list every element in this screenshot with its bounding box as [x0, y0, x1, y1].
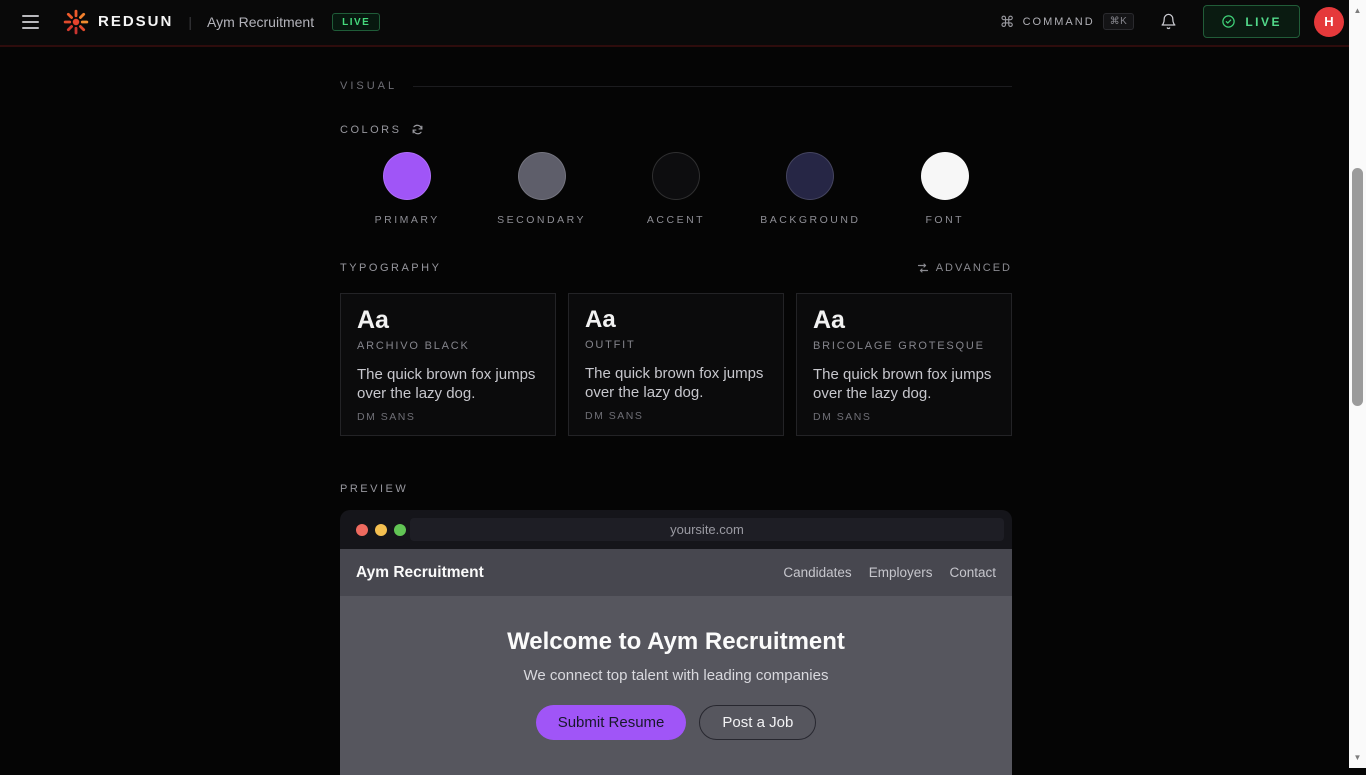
font-name-label: ARCHIVO BLACK — [357, 340, 539, 352]
main-content: VISUAL COLORS PRIMARY SECONDARY — [340, 47, 1012, 775]
window-controls — [356, 524, 406, 536]
header-divider: | — [188, 14, 192, 30]
url-bar[interactable]: yoursite.com — [410, 518, 1004, 541]
command-shortcut-kbd: ⌘K — [1103, 13, 1135, 30]
maximize-window-icon[interactable] — [394, 524, 406, 536]
visual-section-title: VISUAL — [340, 80, 397, 92]
swatch-secondary[interactable]: SECONDARY — [497, 152, 586, 226]
color-swatch-row: PRIMARY SECONDARY ACCENT BACKGROUND FONT — [340, 152, 1012, 226]
command-icon: ⌘ — [1000, 13, 1015, 31]
swatch-accent-label: ACCENT — [647, 214, 705, 226]
font-name-label: BRICOLAGE GROTESQUE — [813, 340, 995, 352]
font-specimen: Aa — [585, 308, 767, 332]
typography-header: TYPOGRAPHY ADVANCED — [340, 262, 1012, 274]
command-label: COMMAND — [1023, 16, 1095, 28]
check-circle-icon — [1221, 14, 1236, 29]
submit-resume-button[interactable]: Submit Resume — [536, 705, 687, 740]
colors-title: COLORS — [340, 124, 401, 136]
swatch-primary-circle — [383, 152, 431, 200]
sliders-icon — [917, 262, 929, 274]
nav-link-contact[interactable]: Contact — [949, 565, 996, 580]
preview-hero: Welcome to Aym Recruitment We connect to… — [340, 596, 1012, 775]
status-badge: LIVE — [332, 13, 380, 31]
font-specimen: Aa — [813, 308, 995, 333]
swatch-accent[interactable]: ACCENT — [647, 152, 705, 226]
colors-header: COLORS — [340, 123, 1012, 136]
live-button-label: LIVE — [1245, 15, 1282, 29]
preview-title: PREVIEW — [340, 483, 408, 495]
font-sample-text: The quick brown fox jumps over the lazy … — [585, 364, 767, 402]
scrollbar-thumb[interactable] — [1352, 168, 1363, 406]
preview-hero-ctas: Submit Resume Post a Job — [340, 705, 1012, 740]
scrollbar-down-arrow-icon[interactable]: ▼ — [1349, 753, 1366, 762]
refresh-icon — [411, 123, 424, 136]
redsun-logo-icon — [63, 9, 89, 35]
font-card-outfit[interactable]: Aa OUTFIT The quick brown fox jumps over… — [568, 293, 784, 436]
preview-hero-subheading: We connect top talent with leading compa… — [340, 667, 1012, 684]
swatch-background-label: BACKGROUND — [760, 214, 860, 226]
scrollbar-up-arrow-icon[interactable]: ▲ — [1349, 6, 1366, 15]
swatch-accent-circle — [652, 152, 700, 200]
preview-browser-mockup: yoursite.com Aym Recruitment Candidates … — [340, 510, 1012, 775]
swatch-background-circle — [786, 152, 834, 200]
preview-hero-heading: Welcome to Aym Recruitment — [340, 628, 1012, 656]
minimize-window-icon[interactable] — [375, 524, 387, 536]
swatch-secondary-circle — [518, 152, 566, 200]
browser-chrome: yoursite.com — [340, 510, 1012, 549]
body-font-label: DM SANS — [813, 411, 995, 423]
font-name-label: OUTFIT — [585, 339, 767, 351]
brand[interactable]: REDSUN — [63, 9, 173, 35]
body-font-label: DM SANS — [585, 410, 767, 422]
post-a-job-button[interactable]: Post a Job — [699, 705, 816, 740]
swatch-primary-label: PRIMARY — [375, 214, 440, 226]
page-scrollbar[interactable]: ▲ ▼ — [1349, 0, 1366, 768]
top-bar: REDSUN | Aym Recruitment LIVE ⌘ COMMAND … — [0, 0, 1366, 47]
swatch-primary[interactable]: PRIMARY — [375, 152, 440, 226]
swatch-font[interactable]: FONT — [921, 152, 969, 226]
refresh-colors-button[interactable] — [411, 123, 424, 136]
preview-site-title: Aym Recruitment — [356, 564, 484, 582]
swatch-font-circle — [921, 152, 969, 200]
nav-link-employers[interactable]: Employers — [869, 565, 933, 580]
preview-header: PREVIEW — [340, 479, 1012, 497]
avatar[interactable]: H — [1314, 7, 1344, 37]
font-sample-text: The quick brown fox jumps over the lazy … — [813, 365, 995, 403]
font-sample-text: The quick brown fox jumps over the lazy … — [357, 365, 539, 403]
preview-nav-links: Candidates Employers Contact — [783, 565, 996, 580]
project-name: Aym Recruitment — [207, 14, 314, 30]
font-specimen: Aa — [357, 308, 539, 333]
advanced-button-label: ADVANCED — [936, 262, 1012, 274]
notifications-button[interactable] — [1160, 13, 1177, 30]
live-button[interactable]: LIVE — [1203, 5, 1300, 38]
swatch-background[interactable]: BACKGROUND — [760, 152, 860, 226]
swatch-secondary-label: SECONDARY — [497, 214, 586, 226]
command-palette-button[interactable]: ⌘ COMMAND ⌘K — [1000, 13, 1135, 31]
nav-link-candidates[interactable]: Candidates — [783, 565, 851, 580]
advanced-button[interactable]: ADVANCED — [917, 262, 1012, 274]
preview-site-nav: Aym Recruitment Candidates Employers Con… — [340, 549, 1012, 596]
bell-icon — [1160, 13, 1177, 30]
section-divider — [413, 86, 1012, 87]
brand-name: REDSUN — [98, 13, 173, 30]
close-window-icon[interactable] — [356, 524, 368, 536]
typography-cards: Aa ARCHIVO BLACK The quick brown fox jum… — [340, 293, 1012, 436]
typography-title: TYPOGRAPHY — [340, 262, 441, 274]
font-card-bricolage-grotesque[interactable]: Aa BRICOLAGE GROTESQUE The quick brown f… — [796, 293, 1012, 436]
font-card-archivo-black[interactable]: Aa ARCHIVO BLACK The quick brown fox jum… — [340, 293, 556, 436]
hamburger-menu-icon[interactable] — [22, 15, 39, 29]
url-text: yoursite.com — [670, 522, 744, 537]
body-font-label: DM SANS — [357, 411, 539, 423]
visual-section-header: VISUAL — [340, 80, 1012, 92]
swatch-font-label: FONT — [925, 214, 964, 226]
